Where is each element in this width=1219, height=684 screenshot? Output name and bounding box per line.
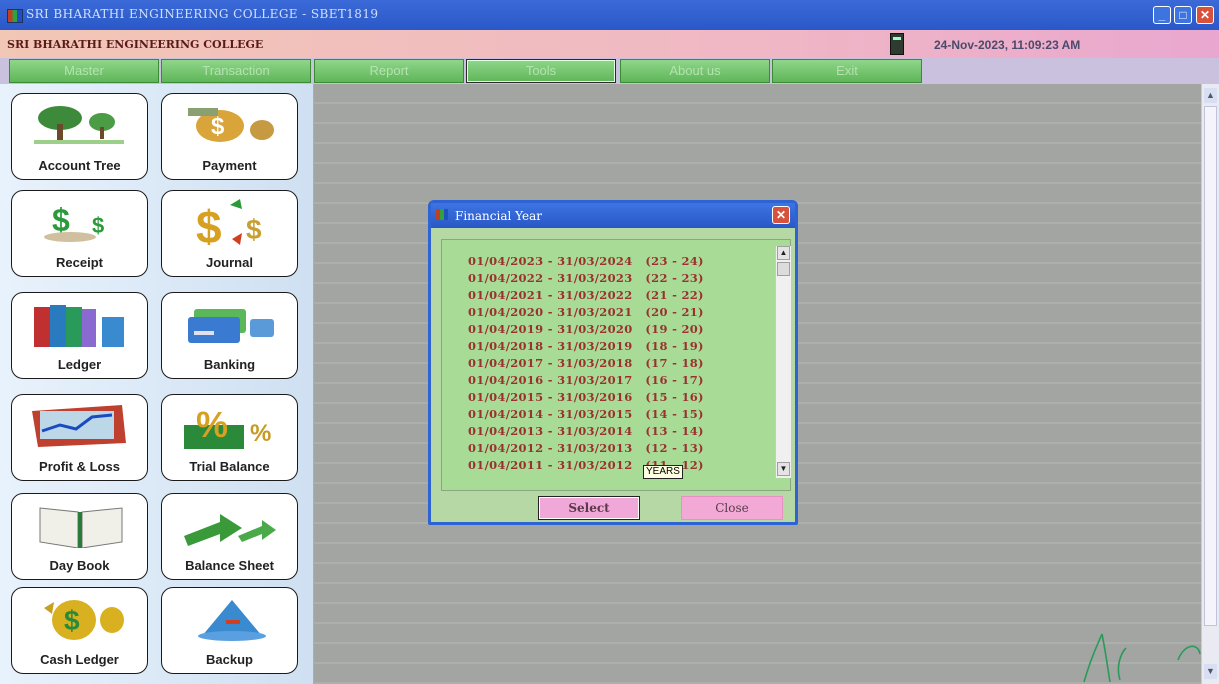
list-item[interactable]: 01/04/2012 - 31/03/2013 (12 - 13)	[468, 441, 704, 457]
tile-label: Trial Balance	[189, 459, 270, 474]
financial-year-list[interactable]: 01/04/2023 - 31/03/2024 (23 - 24) 01/04/…	[441, 239, 791, 491]
day-book-button[interactable]: Day Book	[11, 493, 148, 580]
tile-label: Balance Sheet	[185, 558, 274, 573]
menu-transaction[interactable]: Transaction	[161, 59, 311, 83]
backup-icon	[198, 600, 266, 641]
balance-sheet-button[interactable]: Balance Sheet	[161, 493, 298, 580]
minimize-button[interactable]: _	[1153, 6, 1171, 24]
percent-icon: % %	[184, 404, 271, 449]
profit-loss-button[interactable]: Profit & Loss	[11, 394, 148, 481]
payment-icon: $	[188, 108, 274, 142]
account-tree-button[interactable]: Account Tree	[11, 93, 148, 180]
ledger-button[interactable]: Ledger	[11, 292, 148, 379]
svg-text:$: $	[196, 201, 222, 245]
sidebar: Account Tree $ Payment $ $ Receipt $ $ J…	[0, 84, 314, 684]
tile-label: Banking	[203, 357, 256, 372]
financial-year-dialog: Financial Year ✕ 01/04/2023 - 31/03/2024…	[428, 200, 798, 525]
svg-text:%: %	[250, 420, 271, 447]
tile-label: Ledger	[57, 357, 102, 372]
tile-label: Day Book	[49, 558, 110, 573]
app-icon	[7, 9, 23, 23]
book-icon	[39, 507, 123, 548]
dialog-close-icon[interactable]: ✕	[772, 206, 790, 224]
cash-ledger-button[interactable]: $ Cash Ledger	[11, 587, 148, 674]
svg-text:$: $	[64, 605, 80, 636]
svg-text:$: $	[246, 214, 262, 245]
current-datetime: 24-Nov-2023, 11:09:23 AM	[934, 38, 1081, 52]
list-item[interactable]: 01/04/2013 - 31/03/2014 (13 - 14)	[468, 424, 704, 440]
menu-bar: Master Transaction Report Tools About us…	[0, 58, 1219, 84]
books-icon	[34, 305, 124, 347]
list-item[interactable]: 01/04/2015 - 31/03/2016 (15 - 16)	[468, 390, 704, 406]
menu-master[interactable]: Master	[9, 59, 159, 83]
list-item[interactable]: 01/04/2020 - 31/03/2021 (20 - 21)	[468, 305, 704, 321]
cash-icon: $	[44, 600, 124, 640]
app-icon	[436, 209, 448, 220]
maximize-button[interactable]: □	[1174, 6, 1192, 24]
list-item[interactable]: 01/04/2019 - 31/03/2020 (19 - 20)	[468, 322, 704, 338]
tile-label: Backup	[206, 652, 253, 667]
main-vertical-scrollbar[interactable]: ▲ ▼	[1201, 84, 1219, 684]
list-item[interactable]: 01/04/2018 - 31/03/2019 (18 - 19)	[468, 339, 704, 355]
list-scroll-thumb[interactable]	[777, 262, 790, 276]
app-header: SRI BHARATHI ENGINEERING COLLEGE 24-Nov-…	[0, 30, 1219, 58]
list-item[interactable]: 01/04/2022 - 31/03/2023 (22 - 23)	[468, 271, 704, 287]
arrows-icon	[184, 514, 276, 546]
years-tooltip: YEARS	[643, 465, 683, 479]
scroll-down-icon[interactable]: ▼	[1204, 664, 1217, 679]
college-name: SRI BHARATHI ENGINEERING COLLEGE	[7, 38, 264, 51]
close-button[interactable]: Close	[681, 496, 783, 520]
close-window-button[interactable]: ✕	[1196, 6, 1214, 24]
window-title-bar: SRI BHARATHI ENGINEERING COLLEGE - SBET1…	[0, 0, 1219, 30]
menu-about-us[interactable]: About us	[620, 59, 770, 83]
credit-card-icon	[188, 309, 274, 343]
tile-label: Journal	[206, 255, 253, 270]
list-item[interactable]: 01/04/2017 - 31/03/2018 (17 - 18)	[468, 356, 704, 372]
receipt-icon: $ $	[44, 202, 104, 242]
backup-button[interactable]: Backup	[161, 587, 298, 674]
tile-label: Profit & Loss	[39, 459, 120, 474]
list-item[interactable]: 01/04/2014 - 31/03/2015 (14 - 15)	[468, 407, 704, 423]
signature-mark	[1083, 633, 1201, 683]
menu-tools[interactable]: Tools	[466, 59, 616, 83]
window-title: SRI BHARATHI ENGINEERING COLLEGE - SBET1…	[26, 7, 379, 21]
trial-balance-button[interactable]: % % Trial Balance	[161, 394, 298, 481]
menu-report[interactable]: Report	[314, 59, 464, 83]
svg-text:$: $	[211, 113, 225, 140]
tree-icon	[34, 106, 124, 144]
svg-text:$: $	[92, 213, 104, 238]
banking-button[interactable]: Banking	[161, 292, 298, 379]
tile-label: Account Tree	[38, 158, 121, 173]
journal-button[interactable]: $ $ Journal	[161, 190, 298, 277]
list-item[interactable]: 01/04/2016 - 31/03/2017 (16 - 17)	[468, 373, 704, 389]
scroll-thumb[interactable]	[1204, 106, 1217, 626]
list-scroll-up-icon[interactable]: ▲	[777, 246, 790, 260]
calculator-icon[interactable]	[890, 33, 904, 55]
dialog-title-bar: Financial Year ✕	[431, 203, 795, 228]
payment-button[interactable]: $ Payment	[161, 93, 298, 180]
tile-label: Payment	[202, 158, 257, 173]
list-item[interactable]: 01/04/2023 - 31/03/2024 (23 - 24)	[468, 254, 704, 270]
tile-label: Cash Ledger	[40, 652, 119, 667]
list-scrollbar[interactable]: ▲ ▼	[775, 246, 791, 478]
list-scroll-down-icon[interactable]: ▼	[777, 462, 790, 476]
menu-exit[interactable]: Exit	[772, 59, 922, 83]
tile-label: Receipt	[56, 255, 103, 270]
select-button[interactable]: Select	[538, 496, 640, 520]
scroll-up-icon[interactable]: ▲	[1204, 88, 1217, 103]
chart-icon	[32, 405, 126, 447]
svg-text:%: %	[196, 404, 228, 445]
dialog-title: Financial Year	[455, 209, 543, 223]
receipt-button[interactable]: $ $ Receipt	[11, 190, 148, 277]
list-item[interactable]: 01/04/2021 - 31/03/2022 (21 - 22)	[468, 288, 704, 304]
journal-icon: $ $	[196, 199, 262, 245]
